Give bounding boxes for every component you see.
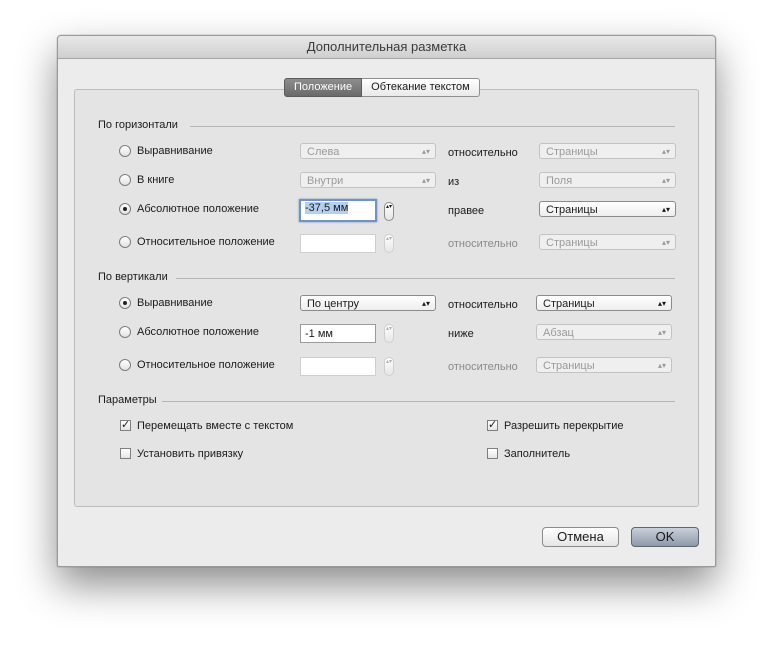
v-relative-relative-label: относительно: [448, 361, 518, 373]
h-align-label: Выравнивание: [137, 145, 213, 157]
select-arrows-icon: ▴▾: [657, 361, 666, 370]
tab-text-wrap[interactable]: Обтекание текстом: [362, 78, 480, 97]
move-with-text-checkbox[interactable]: ✓: [120, 420, 131, 431]
v-absolute-stepper[interactable]: ▴▾: [384, 324, 394, 343]
select-arrows-icon: ▴▾: [661, 147, 670, 156]
h-relative-input[interactable]: [300, 234, 376, 253]
h-relative-radio[interactable]: [119, 236, 131, 248]
dialog-title: Дополнительная разметка: [58, 36, 715, 59]
v-absolute-relative-label: ниже: [448, 328, 474, 340]
params-divider: [162, 401, 675, 402]
tab-position[interactable]: Положение: [284, 78, 363, 97]
select-arrows-icon: ▴▾: [421, 299, 430, 308]
h-relative-relative-label: относительно: [448, 238, 518, 250]
select-arrows-icon: ▴▾: [421, 176, 430, 185]
placeholder-checkbox[interactable]: [487, 448, 498, 459]
select-arrows-icon: ▴▾: [421, 147, 430, 156]
tab-panel: По горизонтали Выравнивание Слева ▴▾ отно…: [74, 89, 699, 507]
h-book-label: В книге: [137, 174, 175, 186]
h-relative-stepper[interactable]: ▴▾: [384, 234, 394, 253]
select-arrows-icon: ▴▾: [661, 205, 670, 214]
ok-button[interactable]: OK: [631, 527, 699, 547]
h-align-radio[interactable]: [119, 145, 131, 157]
h-absolute-relative-label: правее: [448, 205, 485, 217]
h-absolute-input[interactable]: -37,5 мм: [299, 199, 377, 222]
cancel-button[interactable]: Отмена: [542, 527, 619, 547]
tab-bar: Положение Обтекание текстом: [284, 78, 480, 97]
h-align-select[interactable]: Слева ▴▾: [300, 143, 436, 159]
allow-overlap-label: Разрешить перекрытие: [504, 420, 624, 432]
h-book-select[interactable]: Внутри ▴▾: [300, 172, 436, 188]
v-absolute-label: Абсолютное положение: [137, 326, 260, 338]
v-align-radio[interactable]: [119, 297, 131, 309]
horizontal-section-title: По горизонтали: [98, 119, 178, 131]
select-arrows-icon: ▴▾: [661, 238, 670, 247]
h-book-relative-select[interactable]: Поля ▴▾: [539, 172, 676, 188]
h-absolute-stepper[interactable]: ▴▾: [384, 202, 394, 221]
checkmark-icon: ✓: [121, 419, 131, 431]
v-align-relative-label: относительно: [448, 299, 518, 311]
h-align-relative-select[interactable]: Страницы ▴▾: [539, 143, 676, 159]
select-arrows-icon: ▴▾: [657, 299, 666, 308]
lock-anchor-checkbox[interactable]: [120, 448, 131, 459]
v-align-relative-select[interactable]: Страницы ▴▾: [536, 295, 672, 311]
h-book-radio[interactable]: [119, 174, 131, 186]
dialog-window: Дополнительная разметка Положение Обтека…: [57, 35, 716, 567]
v-align-select[interactable]: По центру ▴▾: [300, 295, 436, 311]
params-section-title: Параметры: [98, 394, 157, 406]
h-absolute-relative-select[interactable]: Страницы ▴▾: [539, 201, 676, 217]
v-absolute-relative-select[interactable]: Абзац ▴▾: [536, 324, 672, 340]
h-align-relative-label: относительно: [448, 147, 518, 159]
select-arrows-icon: ▴▾: [661, 176, 670, 185]
h-relative-label: Относительное положение: [137, 236, 275, 248]
v-relative-stepper[interactable]: ▴▾: [384, 357, 394, 376]
v-relative-input[interactable]: [300, 357, 376, 376]
h-book-relative-label: из: [448, 176, 460, 188]
allow-overlap-checkbox[interactable]: ✓: [487, 420, 498, 431]
h-relative-relative-select[interactable]: Страницы ▴▾: [539, 234, 676, 250]
placeholder-label: Заполнитель: [504, 448, 571, 460]
v-absolute-input[interactable]: -1 мм: [300, 324, 376, 343]
vertical-section-title: По вертикали: [98, 271, 168, 283]
v-relative-label: Относительное положение: [137, 359, 275, 371]
v-absolute-radio[interactable]: [119, 326, 131, 338]
select-arrows-icon: ▴▾: [657, 328, 666, 337]
move-with-text-label: Перемещать вместе с текстом: [137, 420, 294, 432]
h-absolute-label: Абсолютное положение: [137, 203, 260, 215]
checkmark-icon: ✓: [488, 419, 498, 431]
horizontal-divider: [190, 126, 675, 127]
v-align-label: Выравнивание: [137, 297, 213, 309]
h-absolute-radio[interactable]: [119, 203, 131, 215]
v-relative-relative-select[interactable]: Страницы ▴▾: [536, 357, 672, 373]
lock-anchor-label: Установить привязку: [137, 448, 244, 460]
v-relative-radio[interactable]: [119, 359, 131, 371]
vertical-divider: [176, 278, 675, 279]
